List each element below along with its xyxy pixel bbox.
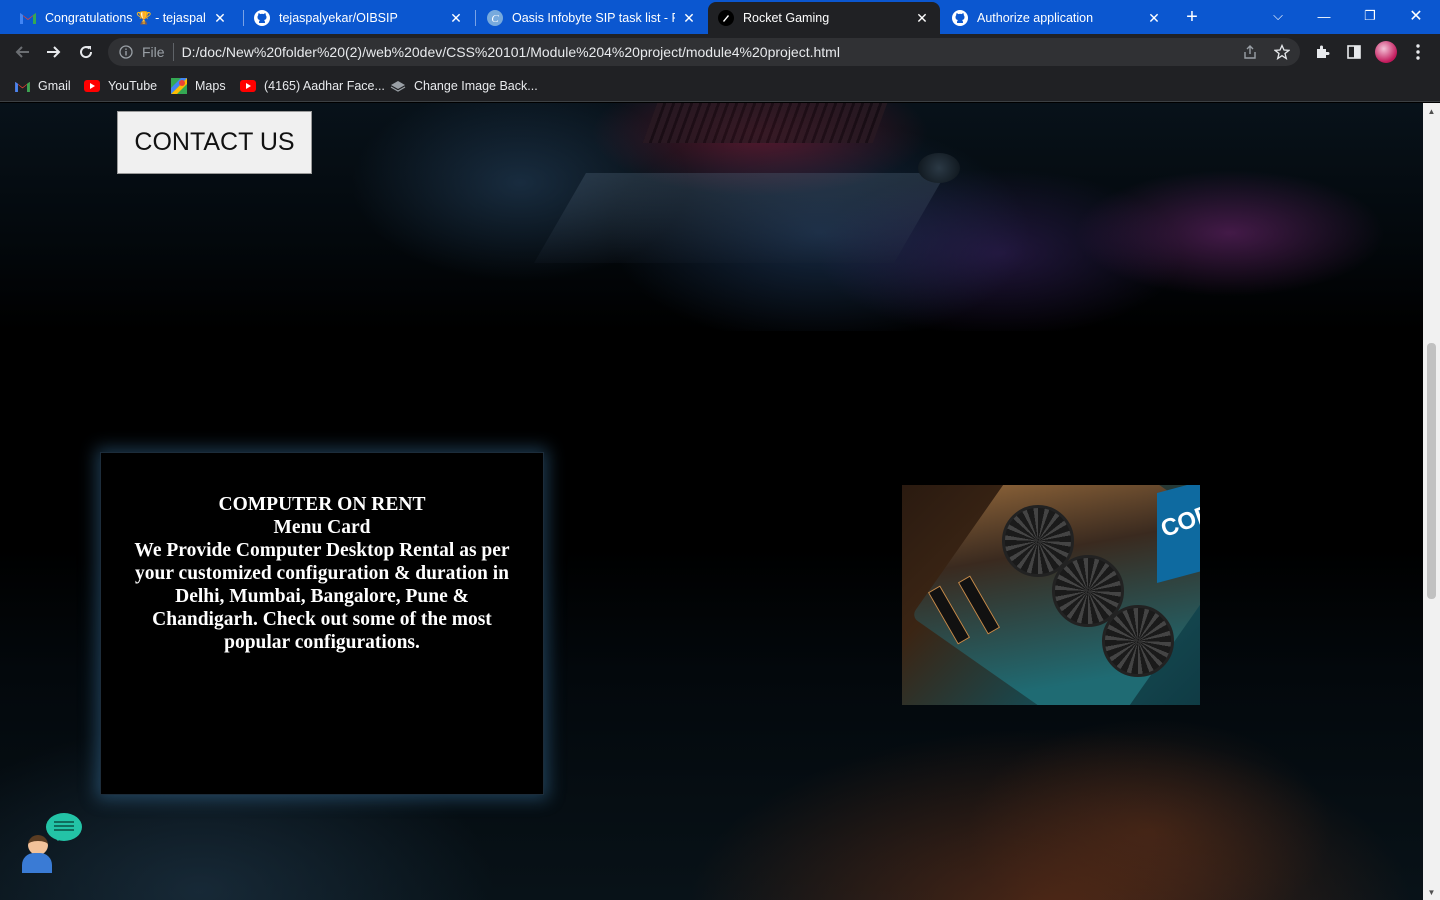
svg-text:C: C — [491, 13, 499, 25]
tab-authorize-application[interactable]: Authorize application ✕ — [942, 2, 1172, 34]
tab-title: tejaspalyekar/OIBSIP — [279, 11, 398, 25]
tab-title: Oasis Infobyte SIP task list - Preview — [512, 11, 675, 25]
bookmark-star-icon[interactable] — [1272, 42, 1292, 62]
bookmarks-bar: Gmail YouTube Maps (4165) Aadhar Face...… — [0, 70, 1440, 102]
divider — [172, 43, 174, 61]
gpu-product-image: CORE — [902, 485, 1200, 705]
fan-graphic — [1102, 605, 1174, 677]
menu-card-description: We Provide Computer Desktop Rental as pe… — [134, 540, 510, 653]
github-icon — [254, 10, 270, 26]
url-scheme: File — [142, 44, 165, 60]
new-tab-button[interactable]: + — [1180, 6, 1204, 28]
tab-oasis-infobyte[interactable]: C Oasis Infobyte SIP task list - Preview… — [477, 2, 707, 34]
tab-strip: Congratulations 🏆 - tejaspalyekar ✕ teja… — [0, 0, 1440, 34]
tab-rocket-gaming[interactable]: Rocket Gaming ✕ — [708, 2, 940, 34]
agent-body-icon — [22, 853, 52, 873]
chat-bubble-line — [54, 821, 74, 823]
bookmark-aadhar-face[interactable]: (4165) Aadhar Face... — [240, 76, 385, 96]
canva-icon: C — [487, 10, 503, 26]
scrollbar-thumb[interactable] — [1427, 343, 1436, 599]
vertical-scrollbar[interactable]: ▲ ▼ — [1423, 103, 1440, 900]
bookmark-label: YouTube — [108, 79, 158, 93]
bookmark-change-image-background[interactable]: Change Image Back... — [390, 76, 538, 96]
arrow-right-icon — [47, 46, 61, 58]
tab-search-icon[interactable]: ⌵ — [1255, 0, 1301, 32]
restore-button[interactable]: ❐ — [1347, 0, 1393, 32]
close-icon[interactable]: ✕ — [448, 10, 464, 26]
youtube-icon — [84, 78, 100, 94]
tab-title: Rocket Gaming — [743, 11, 830, 25]
window-close-button[interactable]: ✕ — [1393, 0, 1439, 32]
contact-us-button[interactable]: CONTACT US — [117, 111, 312, 174]
chat-bubble-line — [54, 825, 74, 827]
bookmark-label: Change Image Back... — [414, 79, 538, 93]
share-icon[interactable] — [1240, 42, 1260, 62]
rocket-icon — [718, 10, 734, 26]
bookmark-label: (4165) Aadhar Face... — [264, 79, 385, 93]
bookmark-youtube[interactable]: YouTube — [84, 76, 157, 96]
bookmark-gmail[interactable]: Gmail — [14, 76, 71, 96]
keyboard-graphic — [534, 173, 946, 263]
bookmark-label: Gmail — [38, 79, 71, 93]
close-icon[interactable]: ✕ — [914, 10, 930, 26]
maps-icon — [171, 78, 187, 94]
back-button[interactable] — [10, 40, 34, 64]
youtube-icon — [240, 78, 256, 94]
arrow-left-icon — [15, 46, 29, 58]
profile-avatar[interactable] — [1375, 41, 1397, 63]
url-text: D:/doc/New%20folder%20(2)/web%20dev/CSS%… — [181, 44, 840, 60]
forward-button[interactable] — [42, 40, 66, 64]
github-icon — [952, 10, 968, 26]
menu-card-subtitle: Menu Card — [273, 517, 371, 538]
chat-bubble-icon — [46, 813, 82, 841]
menu-card: COMPUTER ON RENT Menu Card We Provide Co… — [100, 452, 544, 795]
tab-title: Congratulations 🏆 - tejaspalyekar — [45, 10, 206, 25]
gmail-icon — [20, 10, 36, 26]
layers-icon — [390, 78, 406, 94]
close-icon[interactable]: ✕ — [1146, 10, 1162, 26]
agent-avatar-icon — [28, 835, 48, 855]
extensions-icon[interactable] — [1312, 42, 1332, 62]
tab-divider — [475, 10, 476, 26]
close-icon[interactable]: ✕ — [681, 10, 697, 26]
tab-github-oibsip[interactable]: tejaspalyekar/OIBSIP ✕ — [244, 2, 474, 34]
chatbot-launcher[interactable] — [22, 813, 82, 875]
page-viewport: CONTACT US COMPUTER ON RENT Menu Card We… — [0, 103, 1423, 900]
bookmark-maps[interactable]: Maps — [171, 76, 226, 96]
keyboard-keys-graphic — [642, 103, 888, 143]
info-icon[interactable] — [118, 44, 134, 60]
close-icon[interactable]: ✕ — [212, 10, 228, 26]
side-panel-icon[interactable] — [1344, 42, 1364, 62]
tab-title: Authorize application — [977, 11, 1094, 25]
menu-card-title: COMPUTER ON RENT — [218, 494, 426, 515]
minimize-button[interactable]: — — [1301, 0, 1347, 32]
browser-toolbar: File D:/doc/New%20folder%20(2)/web%20dev… — [0, 34, 1440, 70]
scroll-down-arrow-icon[interactable]: ▼ — [1423, 884, 1440, 900]
mouse-graphic — [918, 153, 960, 183]
address-bar[interactable]: File D:/doc/New%20folder%20(2)/web%20dev… — [108, 38, 1300, 66]
menu-kebab-icon[interactable] — [1408, 42, 1428, 62]
bookmark-label: Maps — [195, 79, 226, 93]
chat-bubble-line — [54, 829, 74, 831]
reload-icon — [80, 46, 93, 59]
gmail-icon — [14, 78, 30, 94]
tab-gmail[interactable]: Congratulations 🏆 - tejaspalyekar ✕ — [10, 2, 238, 34]
reload-button[interactable] — [74, 40, 98, 64]
scroll-up-arrow-icon[interactable]: ▲ — [1423, 103, 1440, 119]
